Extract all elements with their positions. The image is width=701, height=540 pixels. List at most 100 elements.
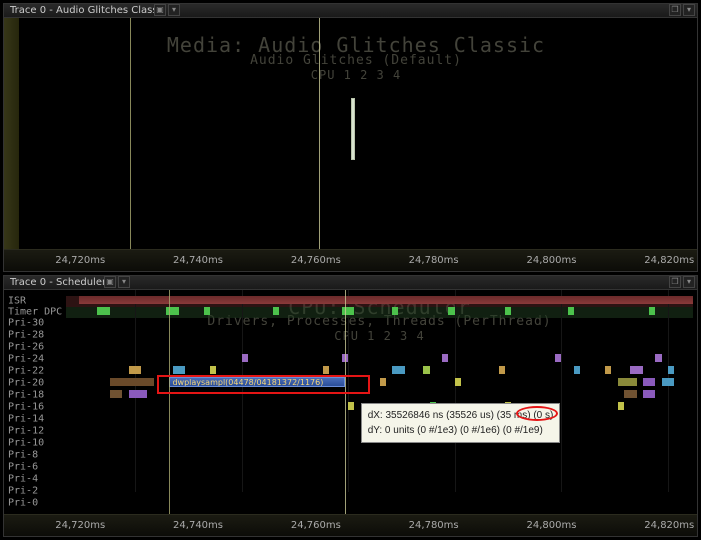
thread-segment[interactable] (110, 378, 154, 386)
watermark-cpu: CPU 1 2 3 4 (66, 329, 693, 343)
thread-segment[interactable] (242, 354, 248, 362)
priority-row-label: Pri-22 (8, 366, 44, 377)
audio-glitch-graph[interactable]: Media: Audio Glitches Classic Audio Glit… (19, 18, 693, 249)
thread-segment[interactable] (568, 307, 574, 315)
time-axis[interactable]: 24,720ms 24,740ms 24,760ms 24,780ms 24,800ms… (4, 249, 697, 271)
thread-segment[interactable] (173, 366, 186, 374)
thread-segment[interactable] (423, 366, 429, 374)
priority-row-label: Timer DPC (8, 307, 62, 318)
priority-row-label: Pri-4 (8, 474, 38, 485)
thread-segment[interactable] (643, 390, 656, 398)
time-tick: 24,740ms (173, 255, 223, 266)
thread-segment[interactable] (110, 390, 123, 398)
cursor-start[interactable] (169, 290, 170, 514)
watermark-cpu: CPU 1 2 3 4 (19, 68, 693, 82)
thread-segment[interactable] (624, 390, 637, 398)
priority-row-label: Pri-18 (8, 390, 44, 401)
thread-segment[interactable] (605, 366, 611, 374)
time-tick: 24,780ms (409, 520, 459, 531)
highlight-annotation-ellipse (516, 406, 558, 421)
thread-segment[interactable] (442, 354, 448, 362)
thread-segment[interactable] (448, 307, 454, 315)
gutter (4, 18, 19, 249)
thread-segment[interactable] (348, 402, 354, 410)
time-tick: 24,820ms (644, 255, 694, 266)
thread-segment[interactable] (129, 390, 148, 398)
priority-row-label: Pri-6 (8, 462, 38, 473)
row-labels: ISRTimer DPCPri-30Pri-28Pri-26Pri-24Pri-… (4, 290, 66, 514)
thread-segment[interactable] (392, 366, 405, 374)
scheduler-panel: Trace 0 - Scheduler ▣ ▾ ❐ ▾ ISRTimer DPC… (3, 275, 698, 537)
priority-row-label: ISR (8, 296, 26, 307)
priority-row-label: Pri-2 (8, 486, 38, 497)
watermark-title: Media: Audio Glitches Classic (19, 33, 693, 57)
panel-title: Trace 0 - Audio Glitches Classic (10, 5, 166, 16)
thread-segment[interactable] (210, 366, 216, 374)
time-tick: 24,720ms (55, 255, 105, 266)
time-tick: 24,760ms (291, 520, 341, 531)
panel-menu-icon[interactable]: ▾ (168, 4, 180, 16)
priority-row-label: Pri-30 (8, 318, 44, 329)
panel-close-icon[interactable]: ▾ (683, 276, 695, 288)
cursor-end[interactable] (319, 18, 320, 249)
priority-row-label: Pri-0 (8, 498, 38, 509)
panel-pin-icon[interactable]: ▣ (154, 4, 166, 16)
time-axis[interactable]: 24,720ms 24,740ms 24,760ms 24,780ms 24,800ms… (4, 514, 697, 536)
thread-segment[interactable] (273, 307, 279, 315)
thread-segment[interactable] (574, 366, 580, 374)
thread-segment[interactable] (555, 354, 561, 362)
panel-pin-icon[interactable]: ▣ (104, 276, 116, 288)
thread-segment[interactable] (499, 366, 505, 374)
thread-segment[interactable] (649, 307, 655, 315)
priority-row-label: Pri-10 (8, 438, 44, 449)
priority-row-label: Pri-20 (8, 378, 44, 389)
priority-row-label: Pri-16 (8, 402, 44, 413)
panel-header-bottom[interactable]: Trace 0 - Scheduler ▣ ▾ ❐ ▾ (4, 276, 697, 290)
thread-segment[interactable] (380, 378, 386, 386)
gridline (561, 290, 562, 492)
cursor-end[interactable] (345, 290, 346, 514)
thread-segment[interactable] (455, 378, 461, 386)
panel-close-icon[interactable]: ▾ (683, 4, 695, 16)
time-tick: 24,820ms (644, 520, 694, 531)
watermark-sub: Audio Glitches (Default) (19, 53, 693, 68)
panel-restore-icon[interactable]: ❐ (669, 4, 681, 16)
gridline (455, 290, 456, 492)
audio-glitch-event[interactable] (351, 98, 355, 160)
thread-segment[interactable] (129, 366, 142, 374)
time-tick: 24,800ms (526, 255, 576, 266)
thread-segment[interactable] (323, 366, 329, 374)
time-tick: 24,760ms (291, 255, 341, 266)
scheduler-graph[interactable]: CPU: Scheduler Drivers, Processes, Threa… (66, 290, 693, 514)
thread-segment[interactable] (392, 307, 398, 315)
thread-segment[interactable] (668, 366, 674, 374)
time-tick: 24,780ms (409, 255, 459, 266)
thread-segment[interactable] (630, 366, 643, 374)
time-tick: 24,720ms (55, 520, 105, 531)
gridline (668, 290, 669, 492)
highlight-annotation-box (157, 375, 370, 394)
row-stripe (66, 307, 693, 318)
panel-menu-icon[interactable]: ▾ (118, 276, 130, 288)
cursor-start[interactable] (130, 18, 131, 249)
priority-row-label: Pri-24 (8, 354, 44, 365)
thread-segment[interactable] (505, 307, 511, 315)
thread-segment[interactable] (204, 307, 210, 315)
thread-segment[interactable] (655, 354, 661, 362)
measurement-tooltip: dX: 35526846 ns (35526 us) (35 ms) (0 s)… (361, 403, 561, 443)
panel-title: Trace 0 - Scheduler (10, 277, 106, 288)
thread-segment[interactable] (662, 378, 675, 386)
thread-segment[interactable] (618, 402, 624, 410)
thread-segment[interactable] (166, 307, 179, 315)
thread-segment[interactable] (97, 307, 110, 315)
time-tick: 24,800ms (526, 520, 576, 531)
priority-row-label: Pri-28 (8, 330, 44, 341)
panel-header-top[interactable]: Trace 0 - Audio Glitches Classic ▣ ▾ ❐ ▾ (4, 4, 697, 18)
thread-segment[interactable] (342, 307, 355, 315)
panel-restore-icon[interactable]: ❐ (669, 276, 681, 288)
priority-row-label: Pri-8 (8, 450, 38, 461)
thread-segment[interactable] (79, 296, 693, 304)
thread-segment[interactable] (643, 378, 656, 386)
time-tick: 24,740ms (173, 520, 223, 531)
thread-segment[interactable] (618, 378, 637, 386)
